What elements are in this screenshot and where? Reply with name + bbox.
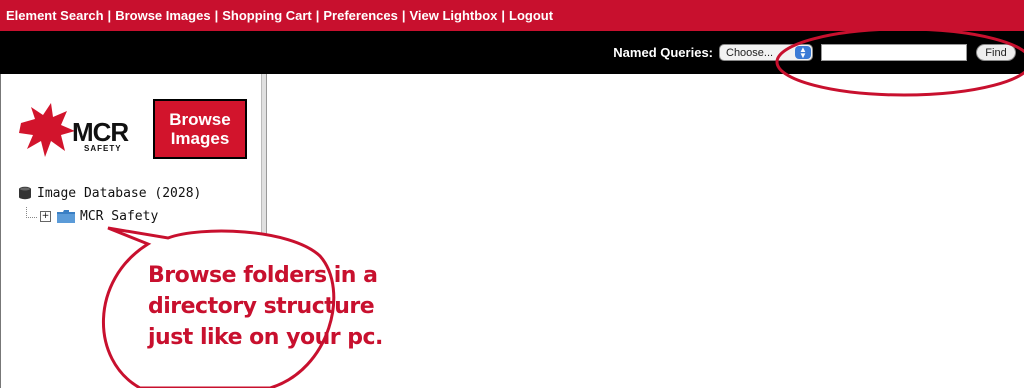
nav-separator: | [315,8,320,23]
select-arrows-icon: ▲ ▼ [795,45,811,59]
named-queries-bar: Named Queries: Choose... ▲ ▼ Find [0,31,1024,74]
tree-root-label: Image Database (2028) [37,185,202,201]
find-button[interactable]: Find [976,44,1016,61]
browse-images-badge: Browse Images [153,99,247,159]
nav-separator: | [107,8,112,23]
nav-separator: | [214,8,219,23]
named-queries-select-value: Choose... [726,46,774,59]
nav-preferences[interactable]: Preferences [323,8,397,23]
nav-separator: | [401,8,406,23]
mcr-safety-logo: MCR SAFETY Browse Images [17,99,247,163]
nav-separator: | [501,8,506,23]
callout-line: just like on your pc. [148,325,383,350]
tree-node-mcr-safety[interactable]: + MCR Safety [26,206,201,225]
callout-line: Browse folders in a [148,263,378,288]
tree-branch-line [26,206,37,218]
logo-brand-sub: SAFETY [84,144,122,153]
top-nav-bar: Element Search | Browse Images | Shoppin… [0,0,1024,31]
callout-line: directory structure [148,294,375,319]
nav-shopping-cart[interactable]: Shopping Cart [222,8,312,23]
tree-root-node[interactable]: Image Database (2028) [18,184,201,202]
callout-text: Browse folders in a directory structure … [148,260,383,353]
tree-node-label: MCR Safety [80,208,159,224]
nav-view-lightbox[interactable]: View Lightbox [409,8,497,23]
folder-tree: Image Database (2028) + MCR Safety [18,184,201,225]
database-icon [19,186,31,200]
dragon-icon [19,103,75,157]
nav-logout[interactable]: Logout [509,8,553,23]
expand-icon[interactable]: + [40,210,51,222]
named-queries-select[interactable]: Choose... ▲ ▼ [719,44,813,61]
nav-browse-images[interactable]: Browse Images [115,8,210,23]
nav-element-search[interactable]: Element Search [6,8,104,23]
named-queries-label: Named Queries: [613,45,713,60]
folder-icon [57,209,75,223]
named-queries-input[interactable] [821,44,967,61]
